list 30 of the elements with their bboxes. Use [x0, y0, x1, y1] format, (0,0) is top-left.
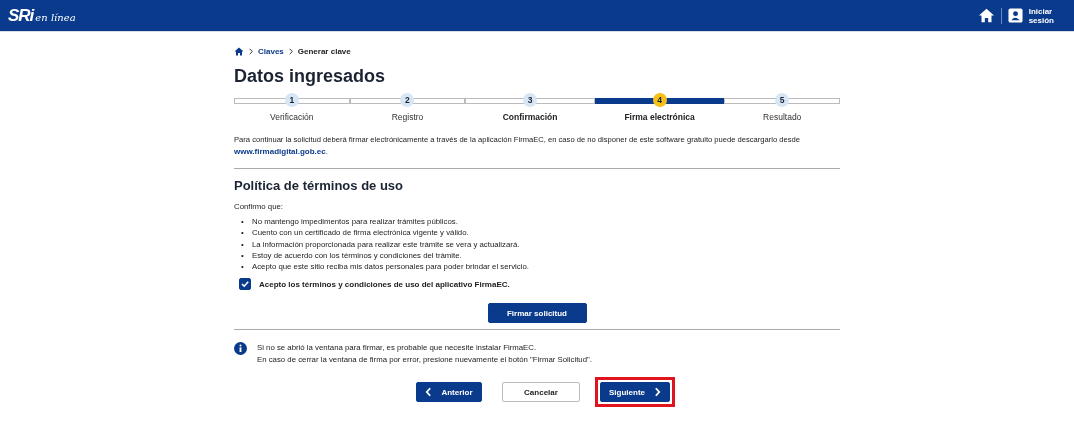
step-number: 5	[775, 93, 790, 107]
sign-button[interactable]: Firmar solicitud	[487, 303, 587, 324]
cancel-button[interactable]: Cancelar	[502, 382, 580, 403]
breadcrumb-current: Generar clave	[297, 46, 351, 56]
user-icon[interactable]	[1007, 8, 1023, 23]
step-number: 2	[400, 93, 415, 107]
step-label: Firma electrónica	[624, 112, 695, 122]
step-number: 4	[652, 93, 667, 107]
home-icon[interactable]	[234, 46, 244, 56]
chevron-right-icon	[654, 387, 661, 398]
logo[interactable]: SRien línea	[8, 5, 76, 26]
back-button[interactable]: Anterior	[416, 382, 482, 403]
checkbox-label: Acepto los términos y condiciones de uso del aplicativo FirmaEC.	[259, 280, 510, 289]
step-number: 3	[523, 93, 538, 107]
step-label: Registro	[391, 112, 424, 122]
chevron-icon	[288, 47, 293, 55]
checkbox[interactable]	[239, 278, 251, 291]
chevron-icon	[249, 47, 253, 55]
login-link[interactable]: Iniciar sesión	[1028, 6, 1054, 25]
info-icon	[234, 342, 247, 356]
breadcrumb-link[interactable]: Claves	[258, 46, 284, 56]
home-icon[interactable]	[977, 8, 995, 23]
step-label: Confirmación	[502, 112, 558, 122]
chevron-left-icon	[425, 387, 433, 398]
next-button[interactable]: Siguiente	[600, 382, 670, 403]
step-label: Verificación	[270, 112, 314, 122]
step-number: 1	[284, 93, 299, 107]
step-label: Resultado	[763, 112, 802, 122]
page-title: Datos ingresados	[234, 65, 387, 87]
section-heading: Política de términos de uso	[234, 178, 405, 193]
